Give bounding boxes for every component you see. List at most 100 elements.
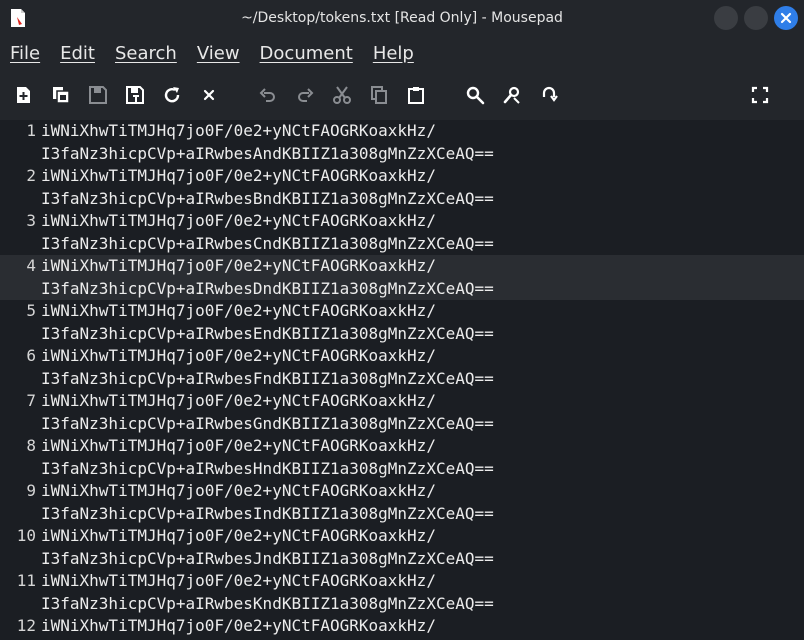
line-text: I3faNz3hicpCVp+aIRwbesDndKBIIZ1a308gMnZz… [41,278,494,298]
line-number: 8 [26,436,36,455]
new-window-icon [53,87,70,104]
text-editor-area[interactable]: 1 iWNiXhwTiTMJHq7jo0F/0e2+yNCtFAOGRKoaxkH… [0,120,804,640]
find-icon [466,86,485,105]
menu-edit[interactable]: Edit [60,43,95,64]
fullscreen-button[interactable] [749,84,771,106]
line-text: iWNiXhwTiTMJHq7jo0F/0e2+yNCtFAOGRKoaxkHz… [41,571,436,590]
line-number: 6 [26,346,36,365]
save-as-button[interactable] [124,84,146,106]
line-text: iWNiXhwTiTMJHq7jo0F/0e2+yNCtFAOGRKoaxkHz… [41,256,436,275]
line-number: 5 [26,301,36,320]
line-number: 10 [16,526,36,545]
menu-view[interactable]: View [197,43,240,64]
cut-icon [333,86,351,104]
editor-line[interactable]: 1 iWNiXhwTiTMJHq7jo0F/0e2+yNCtFAOGRKoaxkH… [0,120,804,143]
save-button[interactable] [87,84,109,106]
editor-line[interactable]: 9 iWNiXhwTiTMJHq7jo0F/0e2+yNCtFAOGRKoaxkH… [0,480,804,503]
editor-line[interactable]: 11 iWNiXhwTiTMJHq7jo0F/0e2+yNCtFAOGRKoaxk… [0,570,804,593]
menu-help[interactable]: Help [373,43,414,64]
new-window-button[interactable] [50,84,72,106]
editor-line[interactable]: 7 iWNiXhwTiTMJHq7jo0F/0e2+yNCtFAOGRKoaxkH… [0,390,804,413]
line-text: I3faNz3hicpCVp+aIRwbesBndKBIIZ1a308gMnZz… [41,188,494,208]
copy-button[interactable] [368,84,390,106]
line-text: iWNiXhwTiTMJHq7jo0F/0e2+yNCtFAOGRKoaxkHz… [41,391,436,410]
reload-button[interactable] [161,84,183,106]
close-icon [780,12,792,24]
line-text: iWNiXhwTiTMJHq7jo0F/0e2+yNCtFAOGRKoaxkHz… [41,481,436,500]
line-text: I3faNz3hicpCVp+aIRwbesHndKBIIZ1a308gMnZz… [41,458,494,478]
cut-button[interactable] [331,84,353,106]
editor-line-wrap[interactable]: I3faNz3hicpCVp+aIRwbesBndKBIIZ1a308gMnZz… [0,188,804,211]
new-document-button[interactable] [13,84,35,106]
line-number: 1 [26,121,36,140]
undo-button[interactable] [257,84,279,106]
toolbar [0,70,804,120]
line-text: iWNiXhwTiTMJHq7jo0F/0e2+yNCtFAOGRKoaxkHz… [41,436,436,455]
minimize-button[interactable] [714,6,738,30]
maximize-button[interactable] [744,6,768,30]
save-as-icon [126,86,144,104]
editor-line-wrap[interactable]: I3faNz3hicpCVp+aIRwbesJndKBIIZ1a308gMnZz… [0,548,804,571]
editor-line[interactable]: 10 iWNiXhwTiTMJHq7jo0F/0e2+yNCtFAOGRKoaxk… [0,525,804,548]
redo-button[interactable] [294,84,316,106]
line-text: I3faNz3hicpCVp+aIRwbesCndKBIIZ1a308gMnZz… [41,233,494,253]
line-text: I3faNz3hicpCVp+aIRwbesGndKBIIZ1a308gMnZz… [41,413,494,433]
save-icon [89,86,107,104]
line-text: I3faNz3hicpCVp+aIRwbesFndKBIIZ1a308gMnZz… [41,368,494,388]
copy-icon [371,86,387,104]
reload-icon [164,87,180,103]
line-text: I3faNz3hicpCVp+aIRwbesAndKBIIZ1a308gMnZz… [41,143,494,163]
editor-line-wrap[interactable]: I3faNz3hicpCVp+aIRwbesGndKBIIZ1a308gMnZz… [0,413,804,436]
editor-line[interactable]: 8 iWNiXhwTiTMJHq7jo0F/0e2+yNCtFAOGRKoaxkH… [0,435,804,458]
editor-line-wrap[interactable]: I3faNz3hicpCVp+aIRwbesKndKBIIZ1a308gMnZz… [0,593,804,616]
line-text: iWNiXhwTiTMJHq7jo0F/0e2+yNCtFAOGRKoaxkHz… [41,121,436,140]
line-number: 7 [26,391,36,410]
editor-line[interactable]: 3 iWNiXhwTiTMJHq7jo0F/0e2+yNCtFAOGRKoaxkH… [0,210,804,233]
paste-button[interactable] [405,84,427,106]
line-number: 3 [26,211,36,230]
editor-line-wrap[interactable]: I3faNz3hicpCVp+aIRwbesCndKBIIZ1a308gMnZz… [0,233,804,256]
menu-document[interactable]: Document [260,43,353,64]
line-number: 4 [26,256,36,275]
line-text: iWNiXhwTiTMJHq7jo0F/0e2+yNCtFAOGRKoaxkHz… [41,211,436,230]
editor-line-wrap[interactable]: I3faNz3hicpCVp+aIRwbesFndKBIIZ1a308gMnZz… [0,368,804,391]
menu-search[interactable]: Search [115,43,177,64]
find-button[interactable] [464,84,486,106]
find-replace-icon [503,86,520,104]
fullscreen-icon [751,86,769,104]
go-to-icon [542,86,558,102]
editor-line[interactable]: 4 iWNiXhwTiTMJHq7jo0F/0e2+yNCtFAOGRKoaxkH… [0,255,804,278]
editor-line-wrap[interactable]: I3faNz3hicpCVp+aIRwbesHndKBIIZ1a308gMnZz… [0,458,804,481]
line-text: I3faNz3hicpCVp+aIRwbesKndKBIIZ1a308gMnZz… [41,593,494,613]
menu-file[interactable]: File [10,43,40,64]
editor-line-wrap[interactable]: I3faNz3hicpCVp+aIRwbesIndKBIIZ1a308gMnZz… [0,503,804,526]
line-text: I3faNz3hicpCVp+aIRwbesEndKBIIZ1a308gMnZz… [41,323,494,343]
close-tab-icon [203,89,215,101]
undo-icon [259,88,275,102]
editor-line-wrap[interactable]: I3faNz3hicpCVp+aIRwbesDndKBIIZ1a308gMnZz… [0,277,804,300]
editor-line[interactable]: 2 iWNiXhwTiTMJHq7jo0F/0e2+yNCtFAOGRKoaxkH… [0,165,804,188]
close-button[interactable] [774,6,798,30]
mousepad-app-icon [11,9,25,27]
editor-line-wrap[interactable]: I3faNz3hicpCVp+aIRwbesAndKBIIZ1a308gMnZz… [0,143,804,166]
line-text: I3faNz3hicpCVp+aIRwbesIndKBIIZ1a308gMnZz… [41,503,494,523]
go-to-line-button[interactable] [538,84,560,106]
line-number: 11 [16,571,36,590]
line-number: 12 [16,616,36,635]
paste-icon [408,87,424,104]
editor-line[interactable]: 5 iWNiXhwTiTMJHq7jo0F/0e2+yNCtFAOGRKoaxkH… [0,300,804,323]
close-tab-button[interactable] [198,84,220,106]
window-title: ~/Desktop/tokens.txt [Read Only] - Mouse… [241,10,563,26]
line-text: iWNiXhwTiTMJHq7jo0F/0e2+yNCtFAOGRKoaxkHz… [41,301,436,320]
new-document-icon [17,87,30,103]
editor-line-wrap[interactable]: I3faNz3hicpCVp+aIRwbesEndKBIIZ1a308gMnZz… [0,323,804,346]
find-replace-button[interactable] [501,84,523,106]
line-text: iWNiXhwTiTMJHq7jo0F/0e2+yNCtFAOGRKoaxkHz… [41,346,436,365]
line-text: iWNiXhwTiTMJHq7jo0F/0e2+yNCtFAOGRKoaxkHz… [41,166,436,185]
title-bar: ~/Desktop/tokens.txt [Read Only] - Mouse… [0,0,804,36]
editor-line[interactable]: 12 iWNiXhwTiTMJHq7jo0F/0e2+yNCtFAOGRKoaxk… [0,615,804,638]
line-number: 9 [26,481,36,500]
line-number: 2 [26,166,36,185]
editor-line[interactable]: 6 iWNiXhwTiTMJHq7jo0F/0e2+yNCtFAOGRKoaxkH… [0,345,804,368]
line-text: iWNiXhwTiTMJHq7jo0F/0e2+yNCtFAOGRKoaxkHz… [41,526,436,545]
